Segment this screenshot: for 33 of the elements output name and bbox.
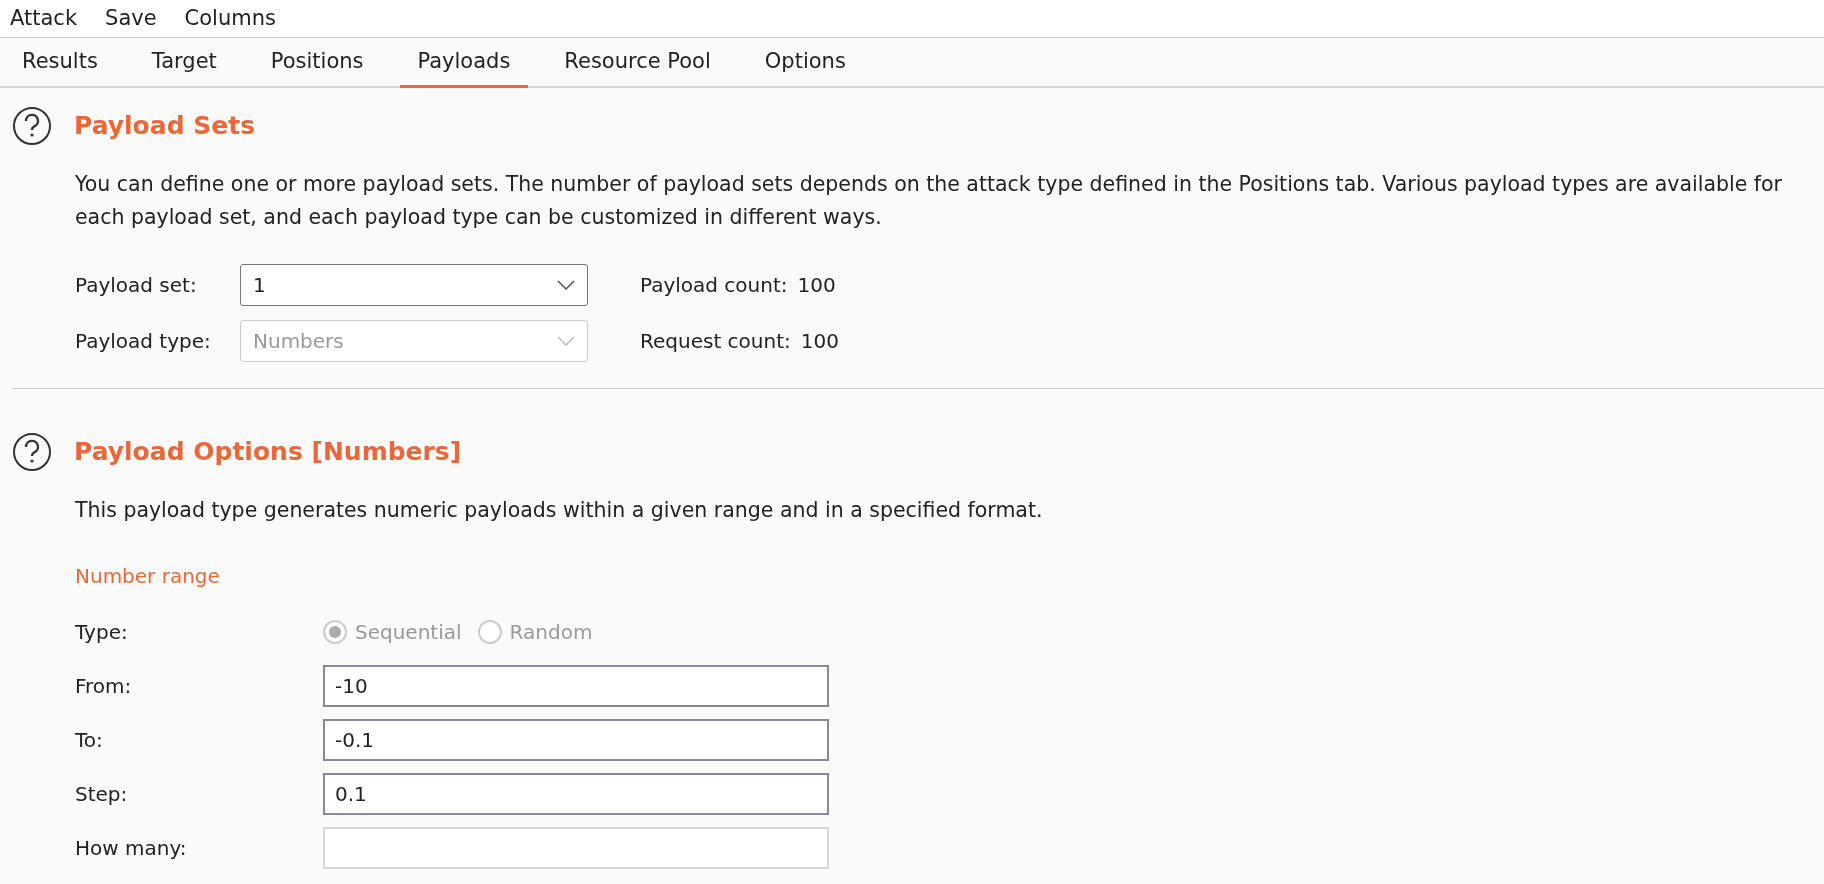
field-label: Type: <box>75 618 129 646</box>
field-label: Payload type: <box>75 328 212 355</box>
menu-item[interactable]: Save <box>105 2 157 35</box>
chevron-down-icon <box>557 280 575 290</box>
tab[interactable]: Options <box>746 38 864 88</box>
count-label: Payload count: <box>640 272 788 299</box>
input-field[interactable]: 0.1 <box>323 772 829 815</box>
section-description: You can define one or more payload sets. The number of payload sets depends on the attack type defined in the Positions tab. Various payload types are available for each payload set, and each payload type can be customized in different ways. <box>75 171 1783 231</box>
menu-item[interactable]: Columns <box>184 2 276 35</box>
chevron-down-icon <box>557 336 575 346</box>
tab[interactable]: Resource Pool <box>546 38 729 88</box>
field-label: Payload set: <box>75 272 198 299</box>
section-description: This payload type generates numeric payloads within a given range and in a specified format. <box>75 497 1044 524</box>
count-value: 100 <box>797 272 836 299</box>
section-title: Payload Options [Numbers] <box>74 436 462 469</box>
menu-item[interactable]: Attack <box>10 2 78 35</box>
count-value: 100 <box>800 328 839 355</box>
input-field[interactable]: -10 <box>323 664 829 707</box>
tab[interactable]: Payloads <box>399 38 529 88</box>
tab[interactable]: Target <box>133 38 235 88</box>
section-title: Payload Sets <box>74 110 256 143</box>
dropdown[interactable]: 1 <box>240 264 588 306</box>
help-icon[interactable] <box>12 106 52 146</box>
tab[interactable]: Results <box>4 38 116 88</box>
field-label: To: <box>75 726 104 754</box>
field-label: How many: <box>75 834 188 862</box>
field-label: Step: <box>75 780 129 808</box>
field-label: From: <box>75 672 133 700</box>
input-field[interactable]: -0.1 <box>323 718 829 761</box>
help-icon[interactable] <box>12 432 52 472</box>
count-label: Request count: <box>640 328 791 355</box>
subsection-title: Number range <box>75 562 220 590</box>
tab[interactable]: Positions <box>252 38 382 88</box>
